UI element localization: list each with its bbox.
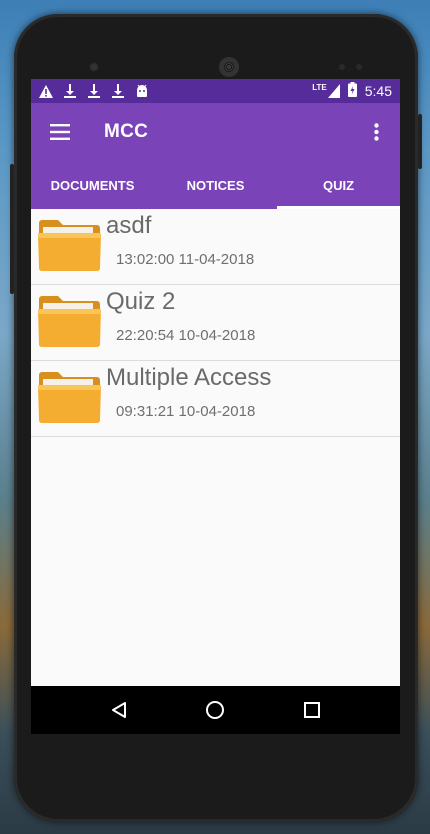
item-timestamp: 13:02:00 11-04-2018 (116, 251, 255, 268)
power-button (418, 114, 422, 169)
more-vert-icon[interactable] (352, 103, 400, 161)
back-icon[interactable] (99, 690, 139, 730)
light-sensor (356, 64, 362, 70)
android-icon (135, 84, 149, 98)
network-label: LTE (312, 83, 327, 92)
warning-icon (39, 84, 53, 98)
tab-quiz[interactable]: QUIZ (277, 161, 400, 209)
app-title: MCC (104, 121, 149, 142)
item-timestamp: 22:20:54 10-04-2018 (116, 327, 256, 344)
screen: LTE 5:45 MCC DOCUMENTS NOTICES QUIZ asdf… (31, 79, 400, 734)
system-nav-bar (31, 686, 400, 734)
list-item[interactable]: Quiz 2 22:20:54 10-04-2018 (31, 285, 400, 361)
item-name: Quiz 2 (106, 288, 176, 315)
download-icon (63, 84, 77, 98)
recents-icon[interactable] (292, 690, 332, 730)
folder-icon (38, 296, 101, 347)
item-name: asdf (106, 212, 152, 239)
list-item[interactable]: asdf 13:02:00 11-04-2018 (31, 209, 400, 285)
front-camera (89, 62, 99, 72)
item-name: Multiple Access (106, 364, 272, 391)
folder-icon (38, 372, 101, 423)
battery-icon (347, 82, 357, 100)
download-icon (87, 84, 101, 98)
item-timestamp: 09:31:21 10-04-2018 (116, 403, 256, 420)
speaker-grille (219, 57, 239, 77)
app-toolbar: MCC (31, 103, 400, 161)
tab-notices[interactable]: NOTICES (154, 161, 277, 209)
hamburger-menu-icon[interactable] (31, 103, 89, 161)
side-button (10, 164, 14, 294)
list-item[interactable]: Multiple Access 09:31:21 10-04-2018 (31, 361, 400, 437)
folder-icon (38, 220, 101, 271)
quiz-list: asdf 13:02:00 11-04-2018 Quiz 2 22:20:54… (31, 209, 400, 437)
proximity-sensor (339, 64, 345, 70)
status-bar: LTE 5:45 (31, 79, 400, 103)
tab-documents[interactable]: DOCUMENTS (31, 161, 154, 209)
home-icon[interactable] (195, 690, 235, 730)
clock: 5:45 (364, 83, 392, 99)
lte-signal-icon: LTE (312, 84, 340, 98)
tab-bar: DOCUMENTS NOTICES QUIZ (31, 161, 400, 209)
download-icon (111, 84, 125, 98)
